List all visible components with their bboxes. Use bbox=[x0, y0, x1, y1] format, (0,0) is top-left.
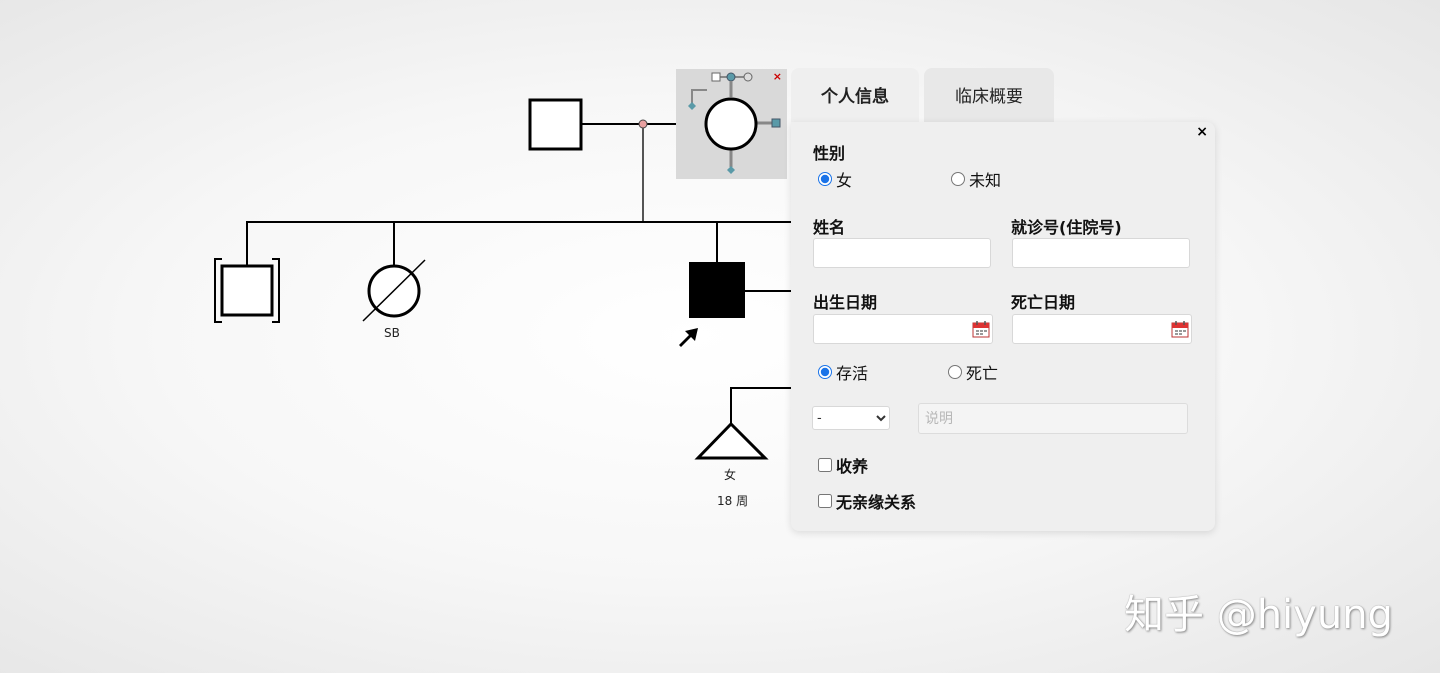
record-number-input[interactable] bbox=[1012, 238, 1190, 268]
status-radio-alive[interactable]: 存活 bbox=[818, 360, 868, 384]
name-label: 姓名 bbox=[813, 218, 846, 237]
fetus-age-label: 18 周 bbox=[717, 494, 749, 508]
sex-radio-unknown-label: 未知 bbox=[969, 171, 1002, 190]
sex-radio-unknown[interactable]: 未知 bbox=[951, 167, 1001, 191]
no-relation-checkbox-input[interactable] bbox=[818, 494, 832, 508]
tab-personal-info[interactable]: 个人信息 bbox=[791, 68, 919, 124]
adopted-checkbox-input[interactable] bbox=[818, 458, 832, 472]
status-radio-alive-label: 存活 bbox=[836, 364, 869, 383]
stillbirth-label: SB bbox=[384, 326, 400, 340]
node-hover-menu: × bbox=[676, 69, 787, 179]
add-partner-handle-icon[interactable] bbox=[711, 72, 721, 82]
adopted-male-node[interactable] bbox=[214, 258, 280, 323]
death-date-input[interactable] bbox=[1012, 314, 1192, 344]
adopted-checkbox-label: 收养 bbox=[836, 457, 869, 476]
close-icon[interactable]: × bbox=[1196, 124, 1208, 140]
calendar-icon[interactable] bbox=[1171, 320, 1189, 338]
note-input[interactable] bbox=[918, 403, 1188, 434]
calendar-icon[interactable] bbox=[972, 320, 990, 338]
no-relation-checkbox-label: 无亲缘关系 bbox=[836, 493, 917, 512]
menu-close-icon[interactable]: × bbox=[773, 70, 782, 83]
death-date-label: 死亡日期 bbox=[1011, 293, 1076, 312]
fetus-sex-label: 女 bbox=[724, 468, 737, 482]
tab-clinical-summary[interactable]: 临床概要 bbox=[924, 68, 1054, 124]
status-radio-deceased-label: 死亡 bbox=[966, 364, 999, 383]
birth-date-label: 出生日期 bbox=[813, 293, 878, 312]
add-parents-handle-icon[interactable] bbox=[726, 72, 736, 82]
stillbirth-female-node[interactable] bbox=[362, 259, 426, 322]
birth-date-field[interactable] bbox=[813, 314, 993, 346]
record-number-label: 就诊号(住院号) bbox=[1011, 218, 1122, 237]
status-radio-deceased[interactable]: 死亡 bbox=[948, 360, 998, 384]
sex-radio-female-label: 女 bbox=[836, 171, 853, 190]
birth-date-input[interactable] bbox=[813, 314, 993, 344]
sex-radio-female[interactable]: 女 bbox=[818, 167, 852, 191]
add-child-bottom-handle-icon[interactable] bbox=[727, 166, 735, 174]
mother-node[interactable] bbox=[704, 97, 758, 151]
fetus-line bbox=[730, 387, 792, 424]
proband-arrow-icon bbox=[679, 328, 698, 347]
name-input[interactable] bbox=[813, 238, 991, 268]
add-child-left-handle-icon[interactable] bbox=[688, 102, 696, 110]
death-date-field[interactable] bbox=[1012, 314, 1192, 346]
partnership-node[interactable] bbox=[638, 119, 648, 129]
father-node[interactable] bbox=[528, 98, 583, 151]
proband-node[interactable] bbox=[689, 262, 745, 318]
status-radio-deceased-input[interactable] bbox=[948, 365, 962, 379]
sex-label: 性别 bbox=[813, 144, 846, 163]
sex-radio-unknown-input[interactable] bbox=[951, 172, 965, 186]
add-partner-right-handle-icon[interactable] bbox=[771, 118, 781, 128]
adopted-checkbox[interactable]: 收养 bbox=[818, 453, 868, 477]
person-properties-dialog: × 性别 女 未知 姓名 就诊号(住院号) 出生日期 死亡日期 存活 死亡 - … bbox=[791, 122, 1215, 531]
fetus-node[interactable] bbox=[694, 421, 769, 460]
add-sibling-handle-icon[interactable] bbox=[743, 72, 753, 82]
status-radio-alive-input[interactable] bbox=[818, 365, 832, 379]
sex-radio-female-input[interactable] bbox=[818, 172, 832, 186]
watermark: 知乎 @hiyung bbox=[1124, 592, 1393, 638]
status-detail-select[interactable]: - bbox=[812, 406, 890, 430]
no-relation-checkbox[interactable]: 无亲缘关系 bbox=[818, 489, 916, 513]
